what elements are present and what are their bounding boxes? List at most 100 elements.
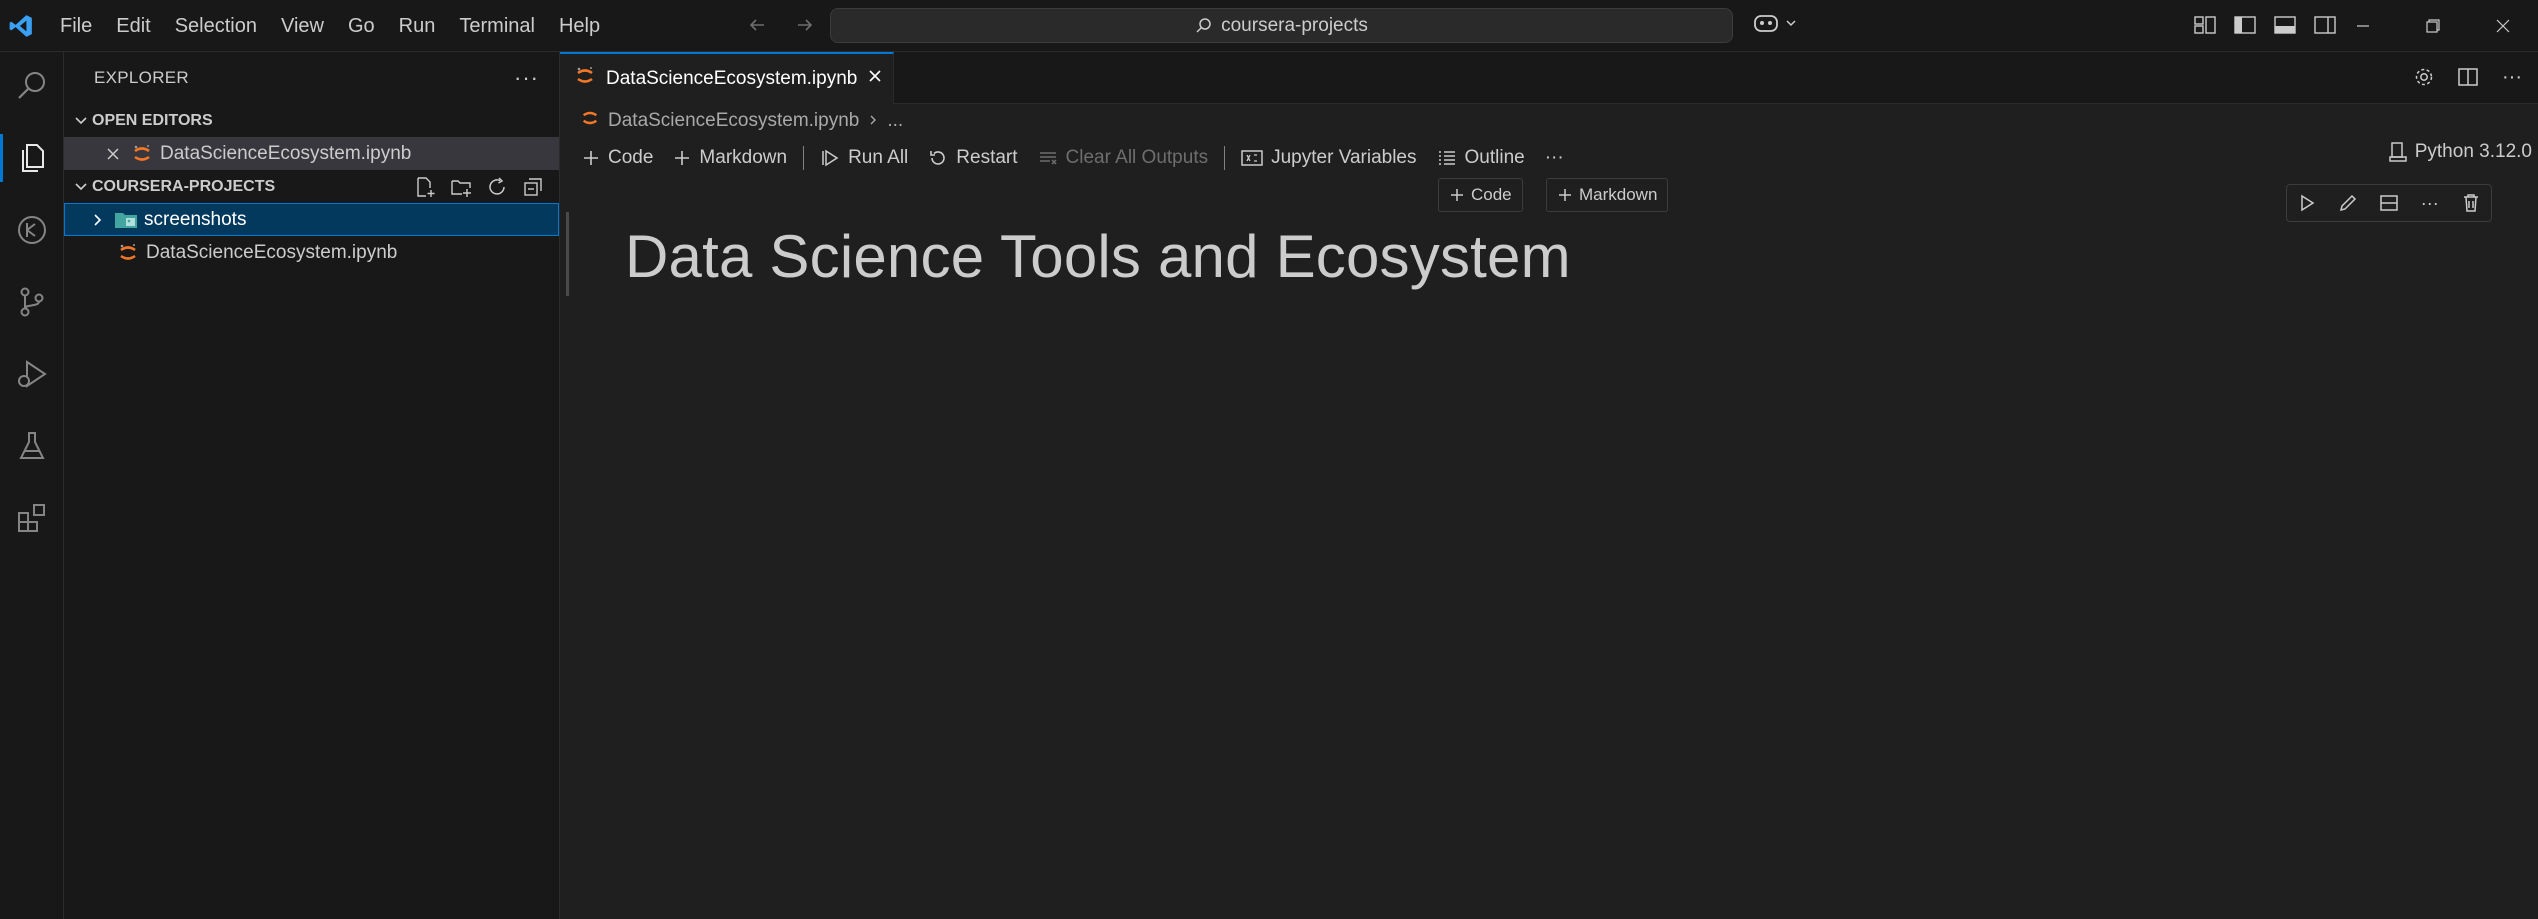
delete-cell-trash-icon[interactable] [2459,191,2483,215]
add-markdown-label: Markdown [699,147,788,168]
cell-toolbar: ··· [2286,184,2492,222]
tree-item-notebook[interactable]: DataScienceEcosystem.ipynb [64,236,559,269]
chevron-right-icon [867,110,879,132]
kernel-icon [2388,142,2407,162]
run-cell-icon[interactable] [2295,191,2319,215]
open-editor-item[interactable]: DataScienceEcosystem.ipynb [64,137,559,170]
restore-icon[interactable] [2398,0,2468,52]
new-file-icon[interactable] [413,175,437,199]
open-editors-label: OPEN EDITORS [92,111,213,129]
toggle-panel-icon[interactable] [2272,12,2298,38]
run-all-label: Run All [848,147,909,168]
outline-list-icon [1438,151,1455,165]
add-code-cell-button[interactable]: Code [572,142,663,174]
extensions-icon[interactable] [0,486,64,550]
chevron-right-icon [86,213,108,227]
plus-icon [1559,189,1571,201]
new-folder-icon[interactable] [449,175,473,199]
menu-terminal[interactable]: Terminal [447,9,547,43]
markdown-cell-heading[interactable]: Data Science Tools and Ecosystem [625,222,1571,291]
menu-view[interactable]: View [269,9,336,43]
tab-datascienceecosystem[interactable]: DataScienceEcosystem.ipynb [560,52,894,104]
notebook-toolbar: Code Markdown Run All Restart Clear All … [572,140,1574,176]
jupyter-file-icon [580,108,600,134]
copilot-button[interactable] [1752,11,1798,35]
command-center-search[interactable]: coursera-projects [830,8,1733,43]
command-center-label: coursera-projects [1221,14,1368,36]
customize-layout-icon[interactable] [2192,12,2218,38]
close-editor-icon[interactable] [102,147,124,161]
insert-markdown-cell-button[interactable]: Markdown [1546,178,1669,212]
run-all-button[interactable]: Run All [810,142,918,174]
menu-run[interactable]: Run [387,9,448,43]
split-cell-icon[interactable] [2377,191,2401,215]
jupyter-file-icon [574,65,596,93]
edit-cell-pencil-icon[interactable] [2336,191,2360,215]
tree-item-screenshots[interactable]: screenshots [64,203,559,236]
project-label: COURSERA-PROJECTS [92,177,276,195]
vscode-logo-icon [2,7,40,45]
restart-kernel-button[interactable]: Restart [918,142,1027,174]
activity-bar [0,52,64,919]
images-folder-icon [112,210,140,230]
menu-file[interactable]: File [48,9,104,43]
toggle-primary-sidebar-icon[interactable] [2232,12,2258,38]
chevron-down-icon [70,114,92,128]
menu-help[interactable]: Help [547,9,612,43]
navigation-arrows [742,10,820,40]
editor-more-actions-icon[interactable]: ··· [2500,65,2524,89]
more-actions-icon: ··· [1544,147,1564,168]
kernel-label: Python 3.12.0 [2414,141,2532,162]
jupyter-variables-button[interactable]: Jupyter Variables [1231,142,1426,174]
insert-code-cell-button[interactable]: Code [1438,178,1523,212]
menu-go[interactable]: Go [336,9,387,43]
kernel-picker[interactable]: Python 3.12.0 [2388,141,2532,163]
editor-tab-bar: DataScienceEcosystem.ipynb ··· [560,52,2538,104]
search-activity-icon[interactable] [0,54,64,118]
run-all-icon [822,149,839,167]
notebook-settings-gear-icon[interactable] [2412,65,2436,89]
jupyter-file-icon [128,143,156,165]
split-editor-icon[interactable] [2456,65,2480,89]
project-actions [413,175,545,199]
breadcrumb-more[interactable]: ... [887,110,903,132]
explorer-title: EXPLORER [94,68,189,87]
menu-edit[interactable]: Edit [104,9,162,43]
clear-outputs-label: Clear All Outputs [1065,147,1209,168]
testing-flask-icon[interactable] [0,414,64,478]
close-tab-icon[interactable] [867,68,883,90]
editor-actions: ··· [2412,65,2524,89]
minimize-icon[interactable] [2328,0,2398,52]
refresh-icon[interactable] [485,175,509,199]
explorer-more-actions-icon[interactable]: ··· [514,65,539,91]
plus-icon [675,151,690,165]
clear-all-outputs-button[interactable]: Clear All Outputs [1028,142,1219,174]
layout-controls [2192,12,2338,38]
explorer-activity-icon[interactable] [0,126,64,190]
source-control-icon[interactable] [0,270,64,334]
cell-more-actions-icon[interactable]: ··· [2418,191,2442,215]
explorer-header: EXPLORER ··· [64,52,559,104]
close-window-icon[interactable] [2468,0,2538,52]
toolbar-separator [803,146,805,170]
cell-focus-indicator [566,212,569,296]
restart-icon [930,151,946,165]
run-debug-icon[interactable] [0,342,64,406]
back-arrow-icon[interactable] [742,10,772,40]
window-controls [2328,0,2538,52]
breadcrumb-file[interactable]: DataScienceEcosystem.ipynb [608,110,859,132]
project-section-header[interactable]: COURSERA-PROJECTS [64,170,559,203]
open-editors-section-header[interactable]: OPEN EDITORS [64,104,559,137]
add-markdown-cell-button[interactable]: Markdown [663,142,797,174]
chevron-down-icon [70,180,92,194]
outline-button[interactable]: Outline [1427,142,1535,174]
tab-label: DataScienceEcosystem.ipynb [606,68,858,89]
toolbar-more-button[interactable]: ··· [1535,142,1574,174]
title-bar: File Edit Selection View Go Run Terminal… [0,0,2538,52]
forward-arrow-icon[interactable] [790,10,820,40]
menu-selection[interactable]: Selection [163,9,269,43]
collapse-all-icon[interactable] [521,175,545,199]
tree-item-label: DataScienceEcosystem.ipynb [146,241,398,263]
chevron-down-icon [1786,20,1796,27]
gitlens-activity-icon[interactable] [0,198,64,262]
